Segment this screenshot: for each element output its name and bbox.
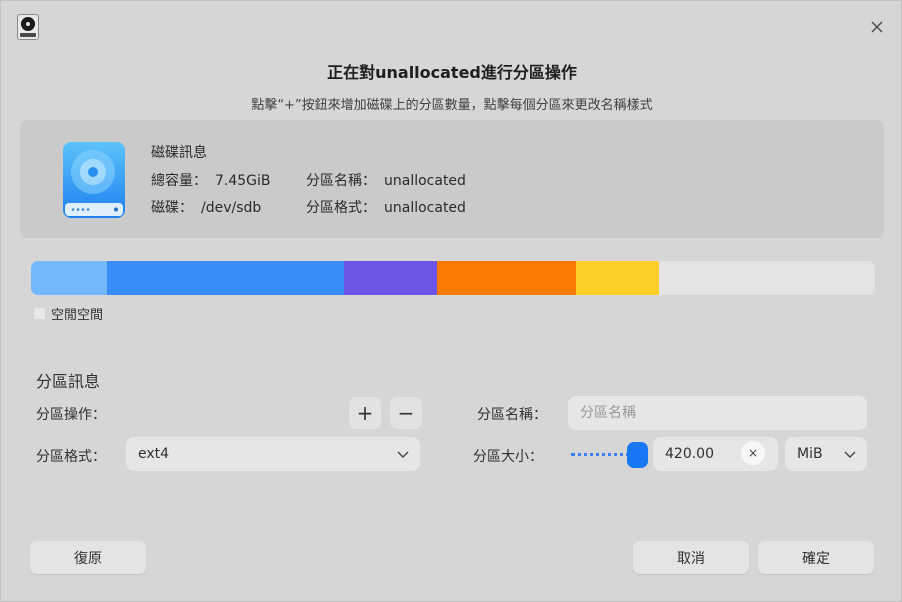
revert-button[interactable]: 復原 [30, 541, 146, 574]
partition-format-select[interactable]: ext4 [126, 437, 420, 471]
size-unit-select[interactable]: MiB [785, 437, 867, 471]
close-icon [871, 21, 883, 33]
confirm-button[interactable]: 確定 [758, 541, 874, 574]
size-unit-selected: MiB [797, 446, 823, 462]
remove-partition-button[interactable]: − [390, 397, 422, 429]
partition-name-field-label: 分區名稱： [477, 407, 547, 423]
partition-format-label: 分區格式： [306, 200, 376, 216]
partition-format-row: 分區格式： unallocated [306, 197, 466, 217]
partition-segment-4[interactable] [436, 261, 576, 295]
disk-info-heading: 磁碟訊息 [151, 145, 207, 161]
legend: 空閒空間 [34, 304, 103, 323]
disk-utility-icon [16, 13, 40, 41]
minus-icon: − [397, 401, 415, 425]
capacity-row: 總容量： 7.45GiB [151, 170, 271, 190]
chevron-down-icon [397, 451, 409, 458]
cancel-button[interactable]: 取消 [633, 541, 749, 574]
partition-segment-1[interactable] [31, 261, 107, 295]
clear-icon: × [747, 446, 759, 460]
partition-name-input[interactable] [568, 405, 867, 421]
partition-dialog: 正在對unallocated進行分區操作 點擊“+”按鈕來增加磁碟上的分區數量，… [0, 0, 902, 602]
disk-value: /dev/sdb [201, 200, 262, 216]
hard-disk-icon [62, 141, 126, 219]
dialog-title: 正在對unallocated進行分區操作 [327, 63, 577, 82]
partition-operation-label: 分區操作： [36, 407, 106, 423]
free-space-swatch [34, 308, 45, 319]
partition-segment-6[interactable] [658, 261, 875, 295]
partition-name-row: 分區名稱： unallocated [306, 170, 466, 190]
partition-format-selected: ext4 [138, 446, 170, 462]
partition-size-label: 分區大小： [473, 449, 543, 465]
partition-segment-3[interactable] [344, 261, 437, 295]
capacity-value: 7.45GiB [215, 173, 271, 189]
add-partition-button[interactable]: + [349, 397, 381, 429]
partition-format-value: unallocated [384, 200, 466, 216]
dialog-subtitle: 點擊“+”按鈕來增加磁碟上的分區數量，點擊每個分區來更改名稱樣式 [251, 98, 653, 113]
partition-segment-2[interactable] [106, 261, 345, 295]
partition-size-slider[interactable] [571, 438, 649, 470]
disk-info-panel: 磁碟訊息 總容量： 7.45GiB 磁碟： /dev/sdb 分區名稱： unallo… [20, 120, 884, 238]
partition-name-label: 分區名稱： [306, 173, 376, 189]
disk-label: 磁碟： [151, 200, 193, 216]
free-space-label: 空閒空間 [51, 308, 104, 323]
partition-info-title: 分區訊息 [36, 372, 101, 391]
clear-size-button[interactable]: × [741, 441, 765, 465]
partition-name-value: unallocated [384, 173, 466, 189]
disk-row: 磁碟： /dev/sdb [151, 197, 261, 217]
chevron-down-icon [844, 451, 856, 458]
partition-format-field-label: 分區格式： [36, 449, 106, 465]
close-button[interactable] [865, 15, 889, 39]
partition-segment-5[interactable] [575, 261, 659, 295]
slider-thumb[interactable] [627, 442, 648, 468]
capacity-label: 總容量： [151, 173, 207, 189]
partition-name-field [568, 396, 867, 430]
plus-icon: + [356, 401, 374, 425]
partition-bar [31, 261, 875, 295]
